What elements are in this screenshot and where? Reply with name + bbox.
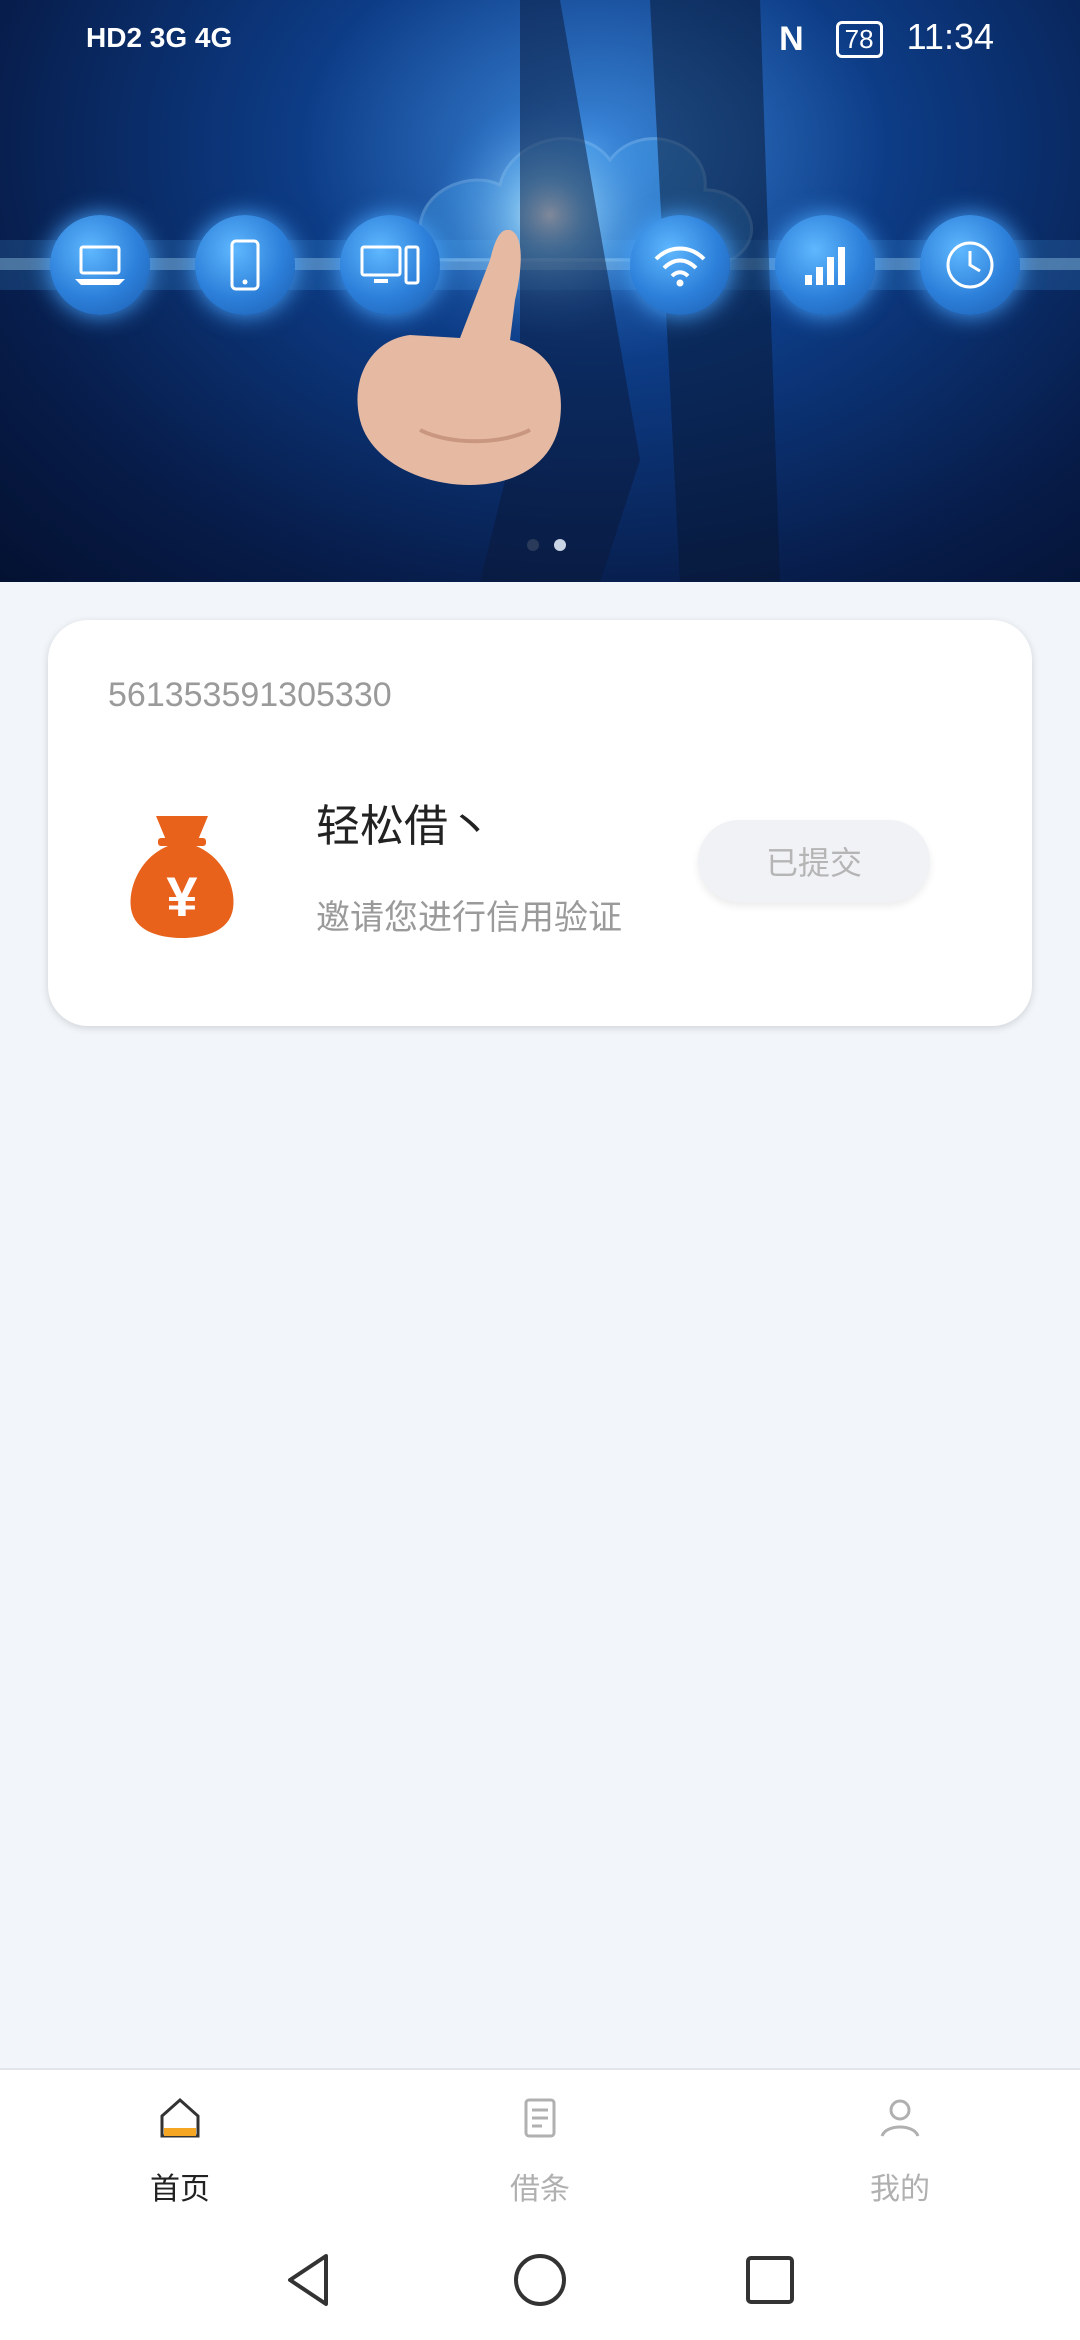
home-icon — [160, 2097, 200, 2138]
desktop-icon — [340, 215, 440, 315]
card-subtitle: 邀请您进行信用验证 — [316, 898, 622, 938]
card-id-number: 561353591305330 — [108, 676, 392, 714]
yen-symbol: ¥ — [166, 865, 197, 928]
tab-mine-label: 我的 — [870, 2172, 930, 2207]
status-bar: HD2 3G 4G N 78 11:34 — [0, 0, 1080, 80]
card-title: 轻松借丶 — [316, 801, 492, 852]
banner-icons-row — [50, 215, 1030, 325]
clock-icon — [920, 215, 1020, 315]
carousel-indicator — [522, 536, 571, 555]
document-icon — [524, 2098, 556, 2138]
clock-time: 11:34 — [906, 16, 994, 57]
tab-iou-label: 借条 — [510, 2172, 570, 2207]
money-bag-icon: ¥ — [108, 798, 256, 946]
laptop-icon — [50, 215, 150, 315]
tab-home[interactable]: 首页 — [80, 2070, 280, 2222]
recents-icon[interactable] — [738, 2248, 802, 2312]
banner-carousel[interactable]: HD2 3G 4G N 78 11:34 — [0, 0, 1080, 582]
user-icon — [880, 2099, 920, 2137]
battery-icon: 78 — [835, 20, 883, 58]
carousel-dot-1[interactable] — [527, 539, 539, 551]
bottom-tab-bar: 首页 借条 我的 — [0, 2068, 1080, 2222]
tab-home-label: 首页 — [150, 2172, 210, 2207]
loan-card[interactable]: 561353591305330 ¥ 轻松借丶 邀请您进行信用验证 已提交 — [48, 620, 1032, 1026]
home-circle-icon[interactable] — [508, 2248, 572, 2312]
system-nav-bar — [0, 2220, 1080, 2340]
network-indicators: HD2 3G 4G — [86, 22, 233, 53]
nfc-icon: N — [779, 19, 804, 58]
tab-mine[interactable]: 我的 — [800, 2070, 1000, 2222]
tab-iou[interactable]: 借条 — [440, 2070, 640, 2222]
carousel-dot-2[interactable] — [554, 539, 567, 551]
wifi-icon — [630, 215, 730, 315]
phone-icon — [195, 215, 295, 315]
signal-icon — [775, 215, 875, 315]
submitted-status-button[interactable]: 已提交 — [698, 820, 930, 902]
back-icon[interactable] — [276, 2248, 340, 2312]
status-right: N 78 11:34 — [779, 16, 994, 59]
